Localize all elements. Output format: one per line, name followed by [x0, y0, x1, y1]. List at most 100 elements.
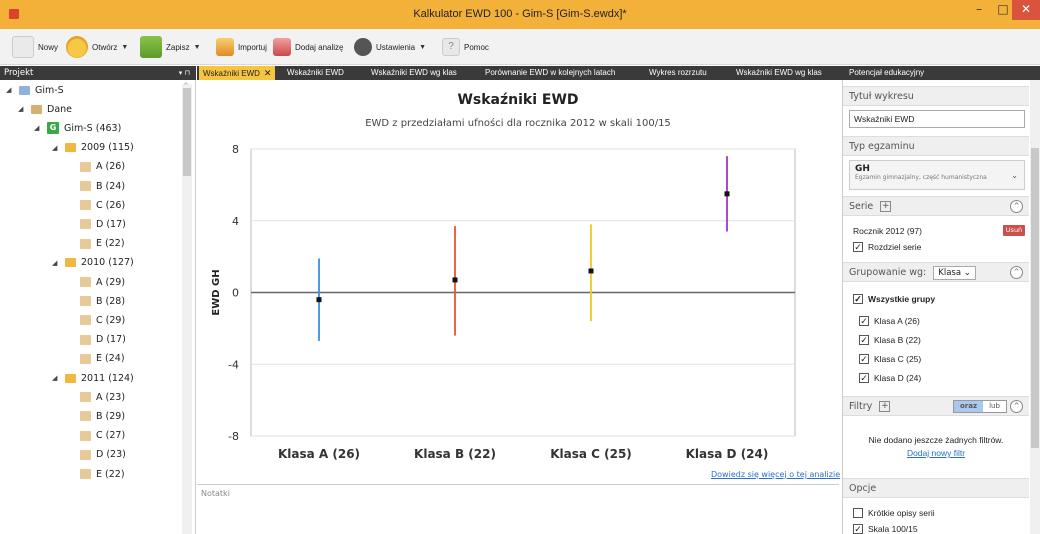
settings-scrollbar[interactable]: [1030, 80, 1040, 534]
tab-label: Wykres rozrzutu: [649, 68, 707, 77]
class-icon: [80, 200, 91, 211]
split-series-checkbox[interactable]: ✓: [853, 242, 863, 252]
settings-dropdown-arrow-icon[interactable]: ▼: [419, 44, 426, 51]
tree-item[interactable]: ◢ 2009 (115): [52, 139, 134, 157]
collapse-series-icon[interactable]: ^: [1010, 200, 1023, 213]
tree-item[interactable]: E (22): [80, 235, 125, 253]
series-section-label: Serie: [849, 201, 874, 212]
exam-type-select[interactable]: GH Egzamin gimnazjalny, część humanistyc…: [849, 160, 1025, 190]
open-button[interactable]: Otwórz ▼: [66, 36, 128, 58]
group-checkbox[interactable]: ✓: [859, 354, 869, 364]
grouping-select[interactable]: Klasa ⌄: [933, 265, 976, 280]
tree-item[interactable]: D (23): [80, 446, 126, 464]
tab-1[interactable]: Wskaźniki EWD ✕: [199, 66, 276, 80]
learn-more-link[interactable]: Dowiedz się więcej o tej analizie: [711, 470, 840, 479]
short-desc-checkbox-row[interactable]: Krótkie opisy serii: [853, 508, 935, 518]
tree-item[interactable]: B (24): [80, 177, 125, 195]
class-icon: [80, 219, 91, 230]
tab-4[interactable]: Porównanie EWD w kolejnych latach: [481, 66, 619, 80]
all-groups-label: Wszystkie grupy: [868, 294, 936, 304]
tree-item[interactable]: ◢ Gim-S: [6, 81, 64, 99]
tree-item[interactable]: D (17): [80, 331, 126, 349]
point-estimate: [588, 268, 594, 274]
y-tick-label: 4: [232, 215, 239, 228]
tree-item[interactable]: ◢ Dane: [18, 100, 72, 118]
close-button[interactable]: ✕: [1012, 0, 1040, 20]
scale-checkbox[interactable]: ✓: [853, 524, 863, 534]
tree-item[interactable]: E (24): [80, 350, 125, 368]
tab-7[interactable]: Potencjał edukacyjny: [845, 66, 928, 80]
short-desc-checkbox[interactable]: [853, 508, 863, 518]
filter-logic-toggle[interactable]: oraz lub: [953, 400, 1007, 413]
group-checkbox[interactable]: ✓: [859, 335, 869, 345]
class-icon: [80, 315, 91, 326]
tree-scrollbar-thumb[interactable]: [183, 88, 191, 176]
filter-and-option[interactable]: oraz: [954, 401, 984, 412]
tree-item[interactable]: ◢ 2011 (124): [52, 369, 134, 387]
open-dropdown-arrow-icon[interactable]: ▼: [121, 44, 128, 51]
tree-item[interactable]: C (29): [80, 311, 125, 329]
tree-item[interactable]: E (22): [80, 465, 125, 483]
tree-item[interactable]: B (28): [80, 292, 125, 310]
tab-label: Porównanie EWD w kolejnych latach: [485, 68, 616, 77]
tab-3[interactable]: Wskaźniki EWD wg klas: [367, 66, 461, 80]
all-groups-checkbox-row[interactable]: ✓ Wszystkie grupy: [853, 294, 935, 304]
expand-toggle-icon[interactable]: ◢: [52, 374, 60, 382]
settings-button[interactable]: Ustawienia ▼: [354, 36, 426, 58]
remove-series-button[interactable]: Usuń: [1003, 225, 1025, 236]
scale-checkbox-row[interactable]: ✓ Skala 100/15: [853, 524, 918, 534]
add-analysis-button[interactable]: Dodaj analizę: [273, 36, 343, 58]
close-tab-icon[interactable]: ✕: [264, 68, 272, 78]
pin-icon[interactable]: ▾ ⊓: [179, 66, 190, 80]
expand-toggle-icon[interactable]: ◢: [34, 124, 42, 132]
group-checkbox-row[interactable]: ✓ Klasa C (25): [859, 354, 921, 364]
tree-item[interactable]: D (17): [80, 215, 126, 233]
class-icon: [80, 161, 91, 172]
import-button[interactable]: Importuj: [216, 36, 267, 58]
add-filter-icon[interactable]: +: [879, 401, 891, 412]
class-icon: [80, 334, 91, 345]
tree-item-label: E (22): [96, 468, 125, 480]
tree-item[interactable]: A (29): [80, 273, 125, 291]
series-item-label: Rocznik 2012 (97): [853, 226, 922, 236]
tree-item[interactable]: A (23): [80, 388, 125, 406]
tree-item[interactable]: ◢ G Gim-S (463): [34, 119, 121, 137]
collapse-grouping-icon[interactable]: ^: [1010, 266, 1023, 279]
add-filter-link[interactable]: Dodaj nowy filtr: [843, 448, 1029, 458]
minimize-button[interactable]: –: [966, 0, 992, 20]
chart-title-input[interactable]: Wskaźniki EWD: [849, 110, 1025, 128]
tree-item[interactable]: A (26): [80, 158, 125, 176]
group-checkbox-row[interactable]: ✓ Klasa A (26): [859, 316, 920, 326]
settings-scrollbar-thumb[interactable]: [1031, 148, 1039, 448]
import-icon: [216, 38, 234, 56]
expand-toggle-icon[interactable]: ◢: [18, 105, 26, 113]
tree-item[interactable]: ◢ 2010 (127): [52, 254, 134, 272]
collapse-filters-icon[interactable]: ^: [1010, 400, 1023, 413]
group-checkbox-row[interactable]: ✓ Klasa B (22): [859, 335, 921, 345]
group-checkbox[interactable]: ✓: [859, 316, 869, 326]
expand-toggle-icon[interactable]: ◢: [52, 259, 60, 267]
group-checkbox[interactable]: ✓: [859, 373, 869, 383]
tab-5[interactable]: Wykres rozrzutu: [645, 66, 711, 80]
notes-panel[interactable]: Notatki: [197, 484, 839, 534]
tab-6[interactable]: Wskaźniki EWD wg klas: [732, 66, 826, 80]
save-dropdown-arrow-icon[interactable]: ▼: [194, 44, 201, 51]
x-tick-label: Klasa A (26): [278, 447, 360, 460]
save-button[interactable]: Zapisz ▼: [140, 36, 201, 58]
expand-toggle-icon[interactable]: ◢: [52, 144, 60, 152]
all-groups-checkbox[interactable]: ✓: [853, 294, 863, 304]
filter-or-option[interactable]: lub: [983, 401, 1006, 412]
help-button[interactable]: ? Pomoc: [442, 36, 489, 58]
chevron-down-icon: ⌄: [1011, 171, 1018, 180]
project-panel-header: Projekt ▾ ⊓: [0, 66, 196, 80]
group-checkbox-row[interactable]: ✓ Klasa D (24): [859, 373, 921, 383]
expand-toggle-icon[interactable]: ◢: [6, 86, 14, 94]
tree-item[interactable]: B (29): [80, 407, 125, 425]
split-series-checkbox-row[interactable]: ✓ Rozdziel serie: [853, 242, 921, 252]
new-button[interactable]: Nowy: [12, 36, 58, 58]
tree-scrollbar[interactable]: ^: [182, 82, 192, 534]
add-series-icon[interactable]: +: [880, 201, 892, 212]
tree-item[interactable]: C (27): [80, 427, 125, 445]
tree-item[interactable]: C (26): [80, 196, 125, 214]
tab-2[interactable]: Wskaźniki EWD: [283, 66, 348, 80]
